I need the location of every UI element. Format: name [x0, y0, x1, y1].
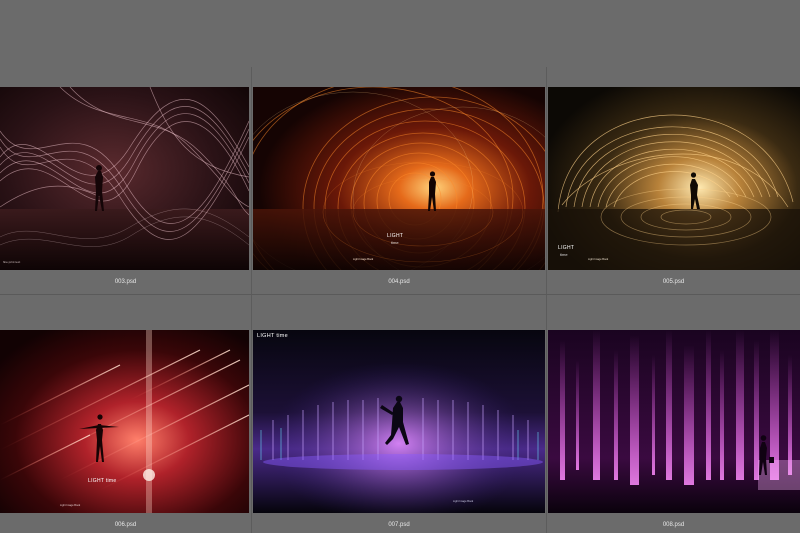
thumbnail-filename: 003.psd — [114, 279, 137, 285]
thumbnail-cell-008[interactable]: 008.psd — [547, 295, 800, 533]
thumbnail-filename: 008.psd — [662, 522, 685, 528]
thumbnail-image[interactable] — [548, 330, 800, 513]
thumbnail-cell-004[interactable]: Light Image Book LIGHT time 004.psd — [252, 67, 546, 294]
thumbnail-image[interactable]: Light Image Book LIGHT time — [548, 87, 800, 270]
svg-text:fine print text: fine print text — [3, 260, 20, 264]
thumbnail-filename: 006.psd — [114, 522, 137, 528]
overlay-subtitle: time — [391, 240, 399, 245]
thumbnail-cell-003[interactable]: fine print text 003.psd — [0, 67, 251, 294]
thumbnail-image[interactable]: fine print text — [0, 87, 249, 270]
overlay-title: LIGHT time — [88, 478, 117, 484]
overlay-title: LIGHT — [387, 233, 404, 239]
thumbnail-cell-007[interactable]: Light Image Book LIGHT time 007.psd — [252, 295, 546, 533]
svg-text:Light Image Book: Light Image Book — [588, 257, 609, 261]
thumbnail-filename: 007.psd — [388, 522, 410, 528]
svg-text:Light Image Book: Light Image Book — [353, 257, 374, 261]
svg-text:Light Image Book: Light Image Book — [60, 503, 81, 507]
overlay-title: LIGHT time — [257, 333, 289, 339]
thumbnail-image[interactable]: Light Image Book LIGHT time — [253, 330, 545, 513]
thumbnail-filename: 005.psd — [662, 279, 685, 285]
thumbnail-image[interactable]: Light Image Book LIGHT time — [0, 330, 249, 513]
overlay-title: LIGHT — [558, 245, 575, 251]
thumbnail-grid: fine print text 003.psd Light Image Book… — [0, 0, 800, 533]
svg-text:Light Image Book: Light Image Book — [453, 499, 474, 503]
thumbnail-cell-006[interactable]: Light Image Book LIGHT time 006.psd — [0, 295, 251, 533]
thumbnail-image[interactable]: Light Image Book LIGHT time — [253, 87, 545, 270]
thumbnail-filename: 004.psd — [388, 279, 410, 285]
thumbnail-cell-005[interactable]: Light Image Book LIGHT time 005.psd — [547, 67, 800, 294]
overlay-subtitle: time — [560, 252, 568, 257]
